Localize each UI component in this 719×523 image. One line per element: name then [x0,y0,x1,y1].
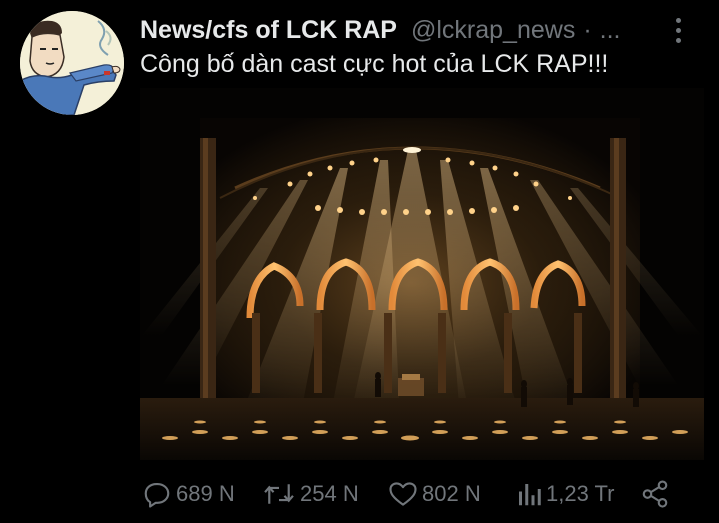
tweet-card[interactable]: News/cfs of LCK RAP @lckrap_news · ... C… [0,0,719,523]
more-vertical-icon[interactable] [664,14,692,46]
reply-button[interactable]: 689 N [142,472,235,516]
reply-icon [144,482,170,508]
tweet-text: Công bố dàn cast cực hot của LCK RAP!!! [140,50,609,78]
share-icon [642,480,668,508]
more-dot [675,17,681,23]
retweet-count: 254 N [300,481,359,506]
more-dot [675,37,681,43]
avatar[interactable] [20,11,124,115]
display-name[interactable]: News/cfs of LCK RAP [140,16,397,45]
tweet-media-image[interactable] [140,88,704,460]
more-dot [675,27,681,33]
avatar-illustration [20,11,124,115]
like-button[interactable]: 802 N [388,472,481,516]
like-icon [389,482,417,506]
tweet-actions-bar: 689 N 254 N 802 N 1,23 Tr [140,472,680,516]
user-handle[interactable]: @lckrap_news [411,16,575,45]
tweet-timestamp[interactable]: ... [600,16,621,45]
views-icon [519,484,541,506]
views-button[interactable]: 1,23 Tr [516,472,614,516]
retweet-icon [264,484,294,504]
tweet-header: News/cfs of LCK RAP @lckrap_news · ... [140,12,621,48]
retweet-button[interactable]: 254 N [262,472,359,516]
share-button[interactable] [640,472,670,516]
reply-count: 689 N [176,481,235,506]
views-count: 1,23 Tr [546,481,615,506]
stage-image [140,88,704,460]
separator-dot: · [583,15,592,44]
like-count: 802 N [422,481,481,506]
